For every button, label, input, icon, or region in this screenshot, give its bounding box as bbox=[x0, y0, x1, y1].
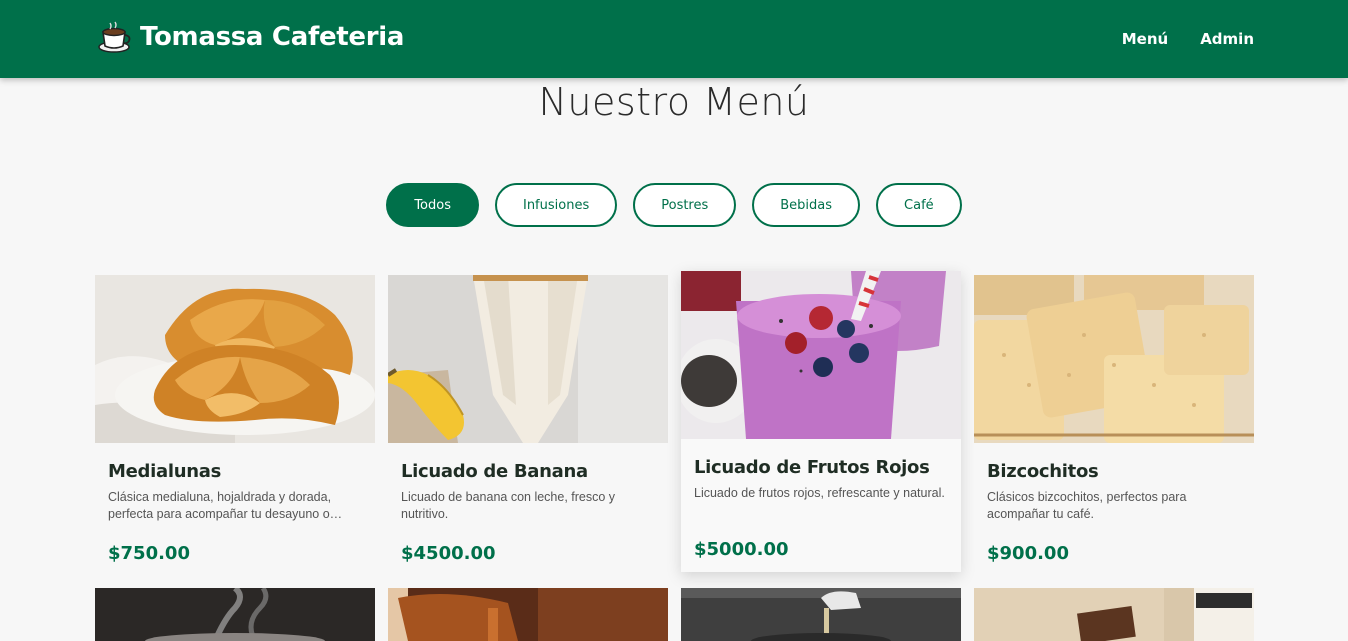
product-card[interactable]: Licuado de Banana Licuado de banana con … bbox=[388, 275, 668, 564]
product-description: Clásica medialuna, hojaldrada y dorada, … bbox=[108, 490, 343, 521]
product-card-thumbnail[interactable] bbox=[95, 588, 375, 641]
nav-menu-link[interactable]: Menú bbox=[1122, 30, 1168, 48]
product-image-bizcochitos bbox=[974, 275, 1254, 443]
product-card[interactable]: Bizcochitos Clásicos bizcochitos, perfec… bbox=[974, 275, 1254, 564]
product-price: $750.00 bbox=[108, 543, 190, 564]
product-description: Licuado de banana con leche, fresco y nu… bbox=[401, 490, 616, 521]
product-card-thumbnail[interactable] bbox=[974, 588, 1254, 641]
product-description: Clásicos bizcochitos, perfectos para aco… bbox=[987, 490, 1187, 521]
filter-infusiones-button[interactable]: Infusiones bbox=[494, 183, 618, 227]
brand-name: Tomassa Cafeteria bbox=[140, 22, 405, 52]
product-card[interactable]: Licuado de Frutos Rojos Licuado de fruto… bbox=[681, 271, 961, 572]
product-image-medialunas bbox=[95, 275, 375, 443]
product-card-thumbnail[interactable] bbox=[681, 588, 961, 641]
product-card-thumbnail[interactable] bbox=[388, 588, 668, 641]
filter-bebidas-button[interactable]: Bebidas bbox=[752, 183, 861, 227]
product-price: $4500.00 bbox=[401, 543, 496, 564]
category-filters: Todos Infusiones Postres Bebidas Café bbox=[0, 183, 1348, 227]
product-name: Bizcochitos bbox=[987, 461, 1099, 482]
product-price: $900.00 bbox=[987, 543, 1069, 564]
product-description: Licuado de frutos rojos, refrescante y n… bbox=[694, 486, 945, 500]
navbar: Tomassa Cafeteria Menú Admin bbox=[0, 0, 1348, 78]
filter-cafe-button[interactable]: Café bbox=[876, 183, 962, 227]
nav-links: Menú Admin bbox=[1122, 30, 1254, 48]
filter-postres-button[interactable]: Postres bbox=[633, 183, 737, 227]
filter-todos-button[interactable]: Todos bbox=[386, 183, 479, 227]
product-price: $5000.00 bbox=[694, 539, 789, 560]
coffee-cup-icon bbox=[98, 21, 131, 53]
product-name: Medialunas bbox=[108, 461, 221, 482]
product-card[interactable]: Medialunas Clásica medialuna, hojaldrada… bbox=[95, 275, 375, 564]
brand-link[interactable]: Tomassa Cafeteria bbox=[98, 20, 404, 54]
product-name: Licuado de Frutos Rojos bbox=[694, 457, 930, 478]
product-image-licuado-banana bbox=[388, 275, 668, 443]
product-name: Licuado de Banana bbox=[401, 461, 588, 482]
product-image-licuado-frutos-rojos bbox=[681, 271, 961, 439]
page-title: Nuestro Menú bbox=[538, 80, 810, 124]
nav-admin-link[interactable]: Admin bbox=[1200, 30, 1254, 48]
